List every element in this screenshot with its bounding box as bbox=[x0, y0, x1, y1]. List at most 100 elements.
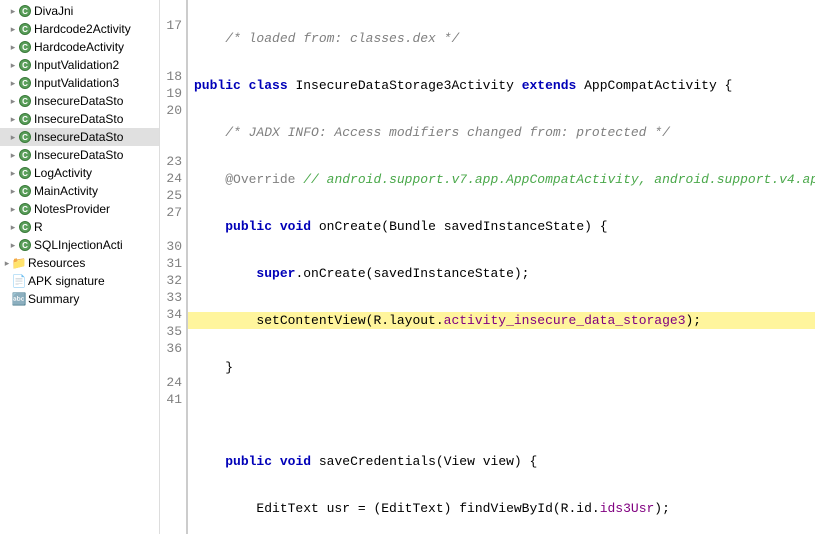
chevron-right-icon: ▸ bbox=[8, 42, 18, 53]
chevron-right-icon: ▸ bbox=[8, 6, 18, 17]
tree-apk-signature[interactable]: 📄 APK signature bbox=[0, 272, 159, 290]
tree-class-item[interactable]: ▸ C HardcodeActivity bbox=[0, 38, 159, 56]
line-number: 35 bbox=[160, 323, 182, 340]
tree-class-item[interactable]: ▸ C InsecureDataSto bbox=[0, 110, 159, 128]
chevron-right-icon: ▸ bbox=[8, 186, 18, 197]
svg-text:C: C bbox=[22, 187, 28, 196]
code-line: public class InsecureDataStorage3Activit… bbox=[188, 77, 815, 94]
svg-text:C: C bbox=[22, 61, 28, 70]
class-icon: C bbox=[18, 184, 32, 198]
tree-label: HardcodeActivity bbox=[34, 40, 124, 54]
tree-label: Summary bbox=[28, 292, 79, 306]
tree-class-item[interactable]: ▸ C InputValidation3 bbox=[0, 74, 159, 92]
tree-label: APK signature bbox=[28, 274, 105, 288]
chevron-right-icon: ▸ bbox=[8, 96, 18, 107]
line-number: 32 bbox=[160, 272, 182, 289]
line-number bbox=[160, 408, 182, 425]
tree-class-item[interactable]: ▸CInsecureDataSto bbox=[0, 92, 159, 110]
tree-label: R bbox=[34, 220, 43, 234]
line-number: 18 bbox=[160, 68, 182, 85]
svg-text:C: C bbox=[22, 223, 28, 232]
tree-class-item[interactable]: ▸CR bbox=[0, 218, 159, 236]
code-area[interactable]: /* loaded from: classes.dex */ public cl… bbox=[188, 0, 815, 534]
tree-class-item[interactable]: ▸ C InsecureDataSto bbox=[0, 146, 159, 164]
code-line bbox=[188, 406, 815, 423]
tree-label: InputValidation2 bbox=[34, 58, 119, 72]
code-editor[interactable]: 1718192023242527303132333435362441 /* lo… bbox=[160, 0, 815, 534]
tree-label: Resources bbox=[28, 256, 85, 270]
tree-label: InputValidation3 bbox=[34, 76, 119, 90]
chevron-right-icon: ▸ bbox=[8, 114, 18, 125]
chevron-right-icon: ▸ bbox=[8, 150, 18, 161]
svg-text:C: C bbox=[22, 115, 28, 124]
code-line: /* JADX INFO: Access modifiers changed f… bbox=[188, 124, 815, 141]
class-icon: C bbox=[18, 76, 32, 90]
line-number: 31 bbox=[160, 255, 182, 272]
class-icon: C bbox=[18, 22, 32, 36]
line-number bbox=[160, 425, 182, 442]
tree-class-item[interactable]: ▸CInsecureDataSto bbox=[0, 128, 159, 146]
class-icon: C bbox=[18, 112, 32, 126]
tree-summary[interactable]: 🔤 Summary bbox=[0, 290, 159, 308]
class-icon: C bbox=[18, 148, 32, 162]
tree-class-item[interactable]: ▸ C MainActivity bbox=[0, 182, 159, 200]
code-line: /* loaded from: classes.dex */ bbox=[188, 30, 815, 47]
svg-text:C: C bbox=[22, 25, 28, 34]
sidebar: ▸CDivaJni▸CHardcode2Activity▸CHardcodeAc… bbox=[0, 0, 160, 534]
class-icon: C bbox=[18, 94, 32, 108]
line-number: 33 bbox=[160, 289, 182, 306]
code-line: @Override // android.support.v7.app.AppC… bbox=[188, 171, 815, 188]
line-number: 41 bbox=[160, 391, 182, 408]
signature-icon: 📄 bbox=[12, 274, 26, 288]
chevron-right-icon: ▸ bbox=[8, 60, 18, 71]
line-number bbox=[160, 459, 182, 476]
line-number: 24 bbox=[160, 170, 182, 187]
line-number bbox=[160, 0, 182, 17]
svg-text:C: C bbox=[22, 205, 28, 214]
class-icon: C bbox=[18, 130, 32, 144]
tree-class-item[interactable]: ▸CNotesProvider bbox=[0, 200, 159, 218]
class-icon: C bbox=[18, 58, 32, 72]
tree-label: Hardcode2Activity bbox=[34, 22, 131, 36]
svg-text:C: C bbox=[22, 43, 28, 52]
line-number bbox=[160, 221, 182, 238]
tree-class-item[interactable]: ▸ C LogActivity bbox=[0, 164, 159, 182]
line-number: 34 bbox=[160, 306, 182, 323]
line-number: 25 bbox=[160, 187, 182, 204]
svg-text:C: C bbox=[22, 241, 28, 250]
class-icon: C bbox=[18, 166, 32, 180]
tree-label: MainActivity bbox=[34, 184, 98, 198]
line-gutter: 1718192023242527303132333435362441 bbox=[160, 0, 188, 534]
class-icon: C bbox=[18, 220, 32, 234]
tree-label: InsecureDataSto bbox=[34, 112, 123, 126]
code-line: public void saveCredentials(View view) { bbox=[188, 453, 815, 470]
tree-class-item[interactable]: ▸CDivaJni bbox=[0, 2, 159, 20]
class-icon: C bbox=[18, 40, 32, 54]
tree-resources[interactable]: ▸ 📁 Resources bbox=[0, 254, 159, 272]
tree-label: LogActivity bbox=[34, 166, 92, 180]
chevron-right-icon: ▸ bbox=[8, 240, 18, 251]
code-line-highlighted: setContentView(R.layout.activity_insecur… bbox=[188, 312, 815, 329]
svg-text:C: C bbox=[22, 151, 28, 160]
line-number: 20 bbox=[160, 102, 182, 119]
chevron-right-icon: ▸ bbox=[8, 78, 18, 89]
class-icon: C bbox=[18, 238, 32, 252]
tree-class-item[interactable]: ▸CSQLInjectionActi bbox=[0, 236, 159, 254]
tree-label: InsecureDataSto bbox=[34, 148, 123, 162]
line-number bbox=[160, 136, 182, 153]
svg-text:C: C bbox=[22, 79, 28, 88]
line-number bbox=[160, 119, 182, 136]
tree-class-item[interactable]: ▸ C Hardcode2Activity bbox=[0, 20, 159, 38]
line-number: 24 bbox=[160, 374, 182, 391]
chevron-right-icon: ▸ bbox=[8, 24, 18, 35]
tree-label: DivaJni bbox=[34, 4, 73, 18]
folder-icon: 📁 bbox=[12, 256, 26, 270]
chevron-right-icon: ▸ bbox=[8, 168, 18, 179]
line-number bbox=[160, 34, 182, 51]
line-number: 23 bbox=[160, 153, 182, 170]
chevron-right-icon: ▸ bbox=[8, 204, 18, 215]
line-number: 19 bbox=[160, 85, 182, 102]
svg-text:C: C bbox=[22, 169, 28, 178]
line-number: 36 bbox=[160, 340, 182, 357]
tree-class-item[interactable]: ▸ C InputValidation2 bbox=[0, 56, 159, 74]
